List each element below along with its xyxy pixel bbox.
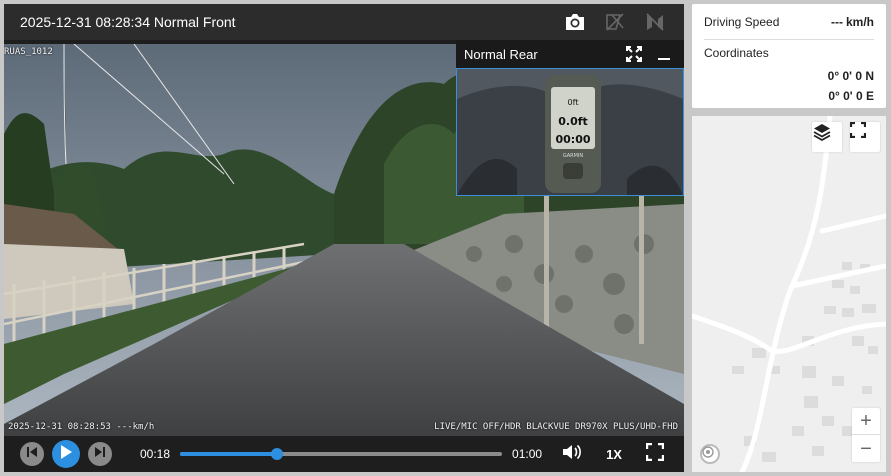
info-panel: Driving Speed --- km/h Coordinates 0° 0'… bbox=[692, 4, 886, 108]
latitude-value: 0° 0' 0 N bbox=[827, 69, 874, 83]
player-topbar: 2025-12-31 08:28:34 Normal Front bbox=[4, 4, 684, 40]
map-fullscreen-button[interactable] bbox=[850, 122, 880, 152]
volume-icon bbox=[562, 443, 582, 466]
expand-icon[interactable] bbox=[624, 44, 644, 64]
rear-camera-scene: 0ft 0.0ft 00:00 GARMIN bbox=[457, 69, 683, 195]
zoom-out-button[interactable]: − bbox=[852, 435, 880, 462]
minimize-icon[interactable] bbox=[654, 44, 674, 64]
video-player: 2025-12-31 08:28:34 Normal Front RUAS_10… bbox=[4, 4, 684, 472]
flip-icon[interactable] bbox=[604, 11, 626, 33]
fullscreen-icon bbox=[645, 442, 665, 466]
progress-bar[interactable] bbox=[180, 448, 503, 460]
rear-pip-header: Normal Rear bbox=[456, 40, 684, 68]
gps-readout-2: 0.0ft bbox=[558, 115, 588, 128]
rear-camera-pip[interactable]: Normal Rear 0ft 0.0ft 00:00 GARMIN bbox=[456, 40, 684, 196]
skip-forward-icon bbox=[94, 445, 106, 463]
rear-camera-view: 0ft 0.0ft 00:00 GARMIN bbox=[456, 68, 684, 196]
playback-speed-button[interactable]: 1X bbox=[606, 447, 622, 462]
longitude-value: 0° 0' 0 E bbox=[828, 89, 874, 103]
driving-speed-label: Driving Speed bbox=[704, 14, 780, 29]
driving-speed-unit: km/h bbox=[845, 14, 874, 29]
map-attribution-button[interactable] bbox=[700, 444, 720, 464]
map-zoom-control: + − bbox=[852, 408, 880, 462]
camera-tag: RUAS_1012 bbox=[4, 47, 53, 57]
coordinates-row: Coordinates bbox=[704, 40, 874, 66]
camera-off-icon[interactable] bbox=[644, 11, 666, 33]
driving-speed-value: --- bbox=[830, 14, 843, 29]
coordinates-label: Coordinates bbox=[704, 46, 769, 60]
play-icon bbox=[60, 444, 72, 464]
video-title: 2025-12-31 08:28:34 Normal Front bbox=[20, 14, 236, 30]
gps-readout-3: 00:00 bbox=[555, 133, 590, 146]
camera-icon[interactable] bbox=[564, 11, 586, 33]
zoom-in-button[interactable]: + bbox=[852, 408, 880, 435]
progress-fill bbox=[180, 452, 277, 456]
map-layers-button[interactable] bbox=[812, 122, 842, 152]
skip-back-icon bbox=[26, 445, 38, 463]
osd-timestamp-speed: 2025-12-31 08:28:53 ---km/h bbox=[8, 422, 155, 432]
time-total: 01:00 bbox=[512, 447, 543, 461]
volume-button[interactable] bbox=[560, 442, 584, 466]
osd-device-info: LIVE/MIC OFF/HDR BLACKVUE DR970X PLUS/UH… bbox=[434, 422, 678, 432]
map-view[interactable]: + − bbox=[692, 116, 886, 472]
gps-readout-1: 0ft bbox=[568, 98, 579, 107]
progress-handle[interactable] bbox=[270, 448, 283, 460]
play-button[interactable] bbox=[52, 440, 80, 468]
rear-pip-title: Normal Rear bbox=[464, 46, 538, 62]
driving-speed-row: Driving Speed --- km/h bbox=[704, 4, 874, 40]
skip-back-button[interactable] bbox=[20, 442, 44, 466]
gps-brand: GARMIN bbox=[563, 153, 584, 159]
playback-controls: 00:18 01:00 1X bbox=[4, 436, 684, 472]
skip-forward-button[interactable] bbox=[88, 442, 112, 466]
time-current: 00:18 bbox=[140, 447, 171, 461]
fullscreen-button[interactable] bbox=[644, 442, 666, 466]
